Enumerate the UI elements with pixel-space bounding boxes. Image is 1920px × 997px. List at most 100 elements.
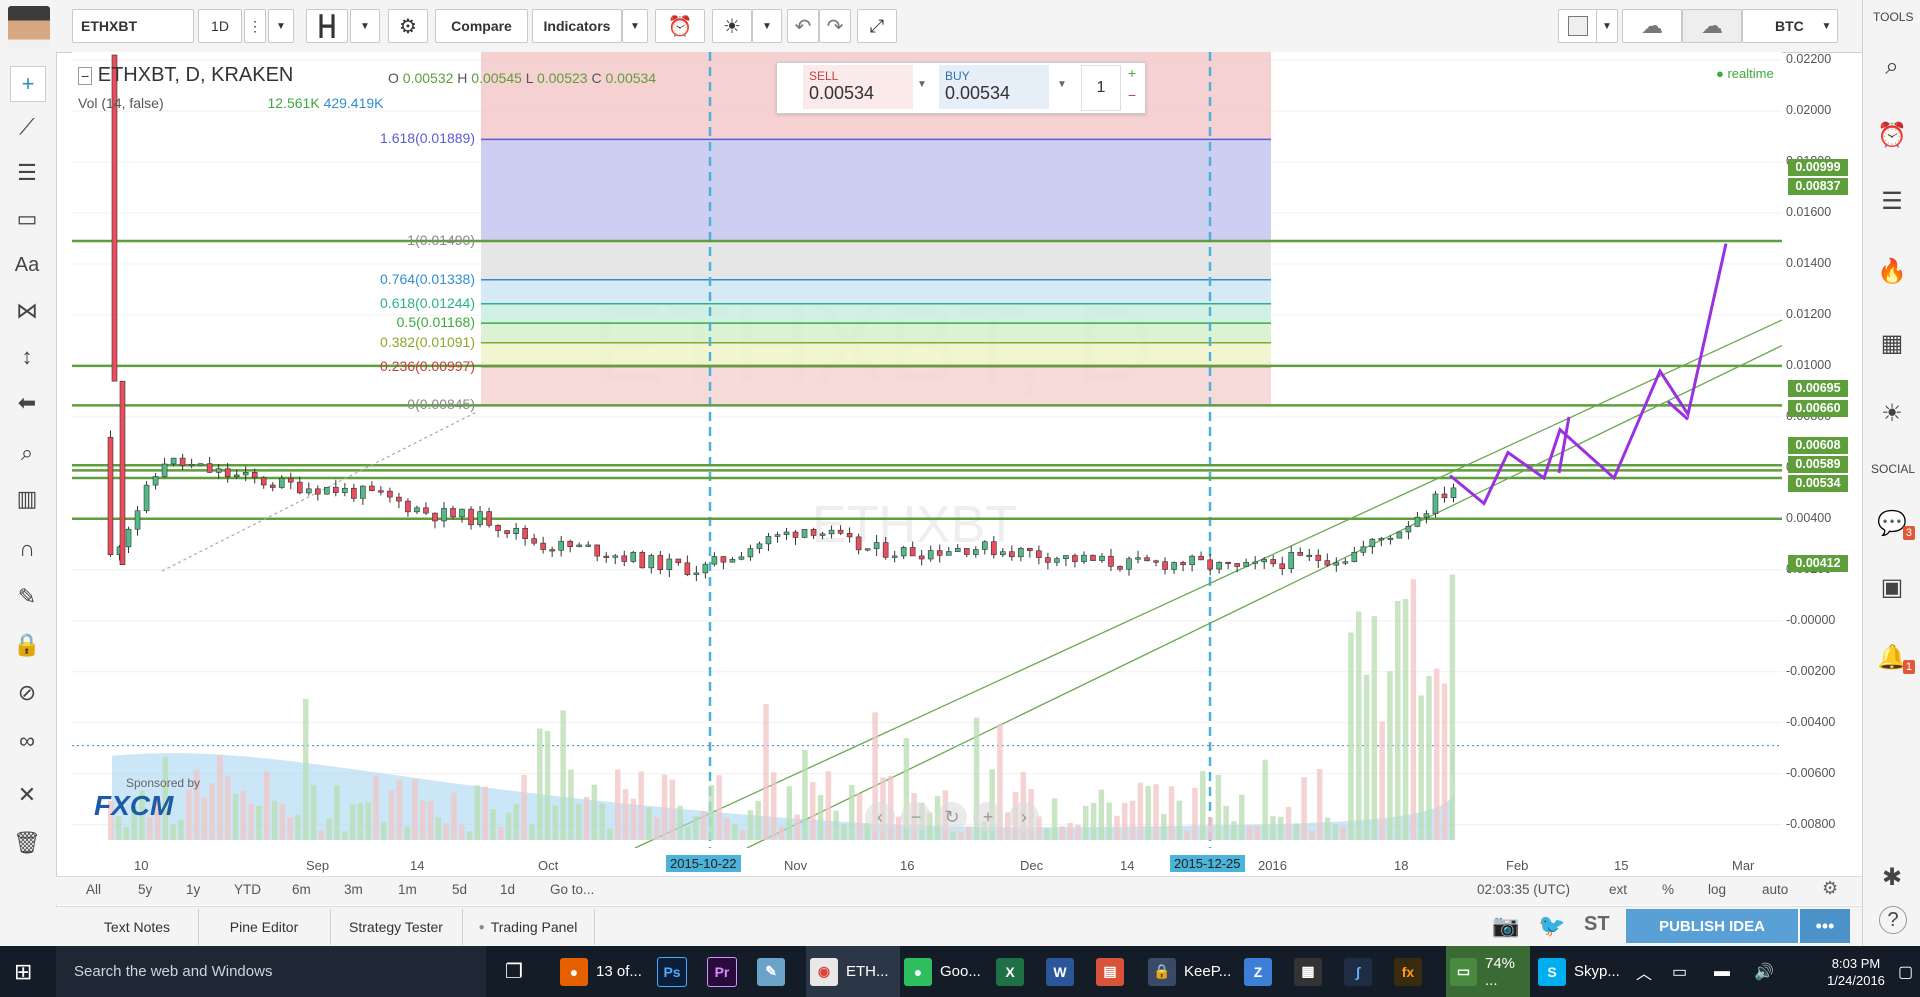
cloud-upload-icon[interactable]: ☁ — [1682, 9, 1742, 43]
nav-left-icon[interactable]: ‹ — [865, 802, 895, 832]
app-z-icon[interactable]: Z — [1244, 946, 1280, 997]
range-button-5[interactable]: 6m — [292, 882, 311, 897]
app-swirl-icon[interactable]: ∫ — [1344, 946, 1380, 997]
taskbar-search-box[interactable]: Search the web and Windows — [56, 946, 486, 997]
rectangle-icon[interactable]: ▭ — [10, 202, 44, 236]
taskbar-firefox[interactable]: ● 13 of... — [560, 946, 642, 997]
taskbar-progress[interactable]: ▭ 74% ... — [1446, 946, 1530, 997]
trend-line-icon[interactable]: ⟋ — [10, 110, 44, 144]
user-avatar[interactable] — [8, 6, 50, 48]
interval-button[interactable]: 1D — [198, 9, 242, 43]
redo-icon[interactable]: ↷ — [819, 9, 851, 43]
zoom-in-icon[interactable]: + — [973, 802, 1003, 832]
tab-trading-panel[interactable]: ● Trading Panel — [462, 909, 595, 945]
help-icon[interactable]: ? — [1879, 906, 1907, 934]
chart-style-dropdown-icon[interactable]: ▼ — [350, 9, 380, 43]
range-button-2[interactable]: 5y — [138, 882, 152, 897]
zoom-icon[interactable]: ⌕ — [10, 436, 44, 470]
more-menu-icon[interactable]: ⋮ — [244, 9, 266, 43]
nav-right-icon[interactable]: › — [1009, 802, 1039, 832]
taskbar-evernote[interactable]: ● Goo... — [904, 946, 981, 997]
add-alert-icon[interactable]: ⏰ — [655, 9, 705, 43]
reset-icon[interactable]: ↻ — [937, 802, 967, 832]
range-button-10[interactable]: Go to... — [550, 882, 594, 897]
word-icon[interactable]: W — [1046, 946, 1082, 997]
link-icon[interactable]: ∞ — [10, 724, 44, 758]
sponsor-logo[interactable]: Sponsored by FXCM — [94, 776, 200, 822]
twitter-icon[interactable]: 🐦 — [1538, 913, 1565, 939]
range-button-7[interactable]: 1m — [398, 882, 417, 897]
sell-button[interactable]: SELL 0.00534 — [803, 65, 913, 109]
cloud-download-icon[interactable]: ☁ — [1622, 9, 1682, 43]
buy-button[interactable]: BUY 0.00534 — [939, 65, 1049, 109]
publish-idea-button[interactable]: PUBLISH IDEA — [1626, 909, 1798, 943]
axis-settings-gear-icon[interactable]: ⚙ — [1822, 878, 1838, 899]
tab-strategy-tester[interactable]: Strategy Tester — [330, 909, 463, 945]
settings-gear-icon[interactable]: ⚙ — [388, 9, 428, 43]
tab-text-notes[interactable]: Text Notes — [76, 909, 199, 945]
indicators-dropdown-icon[interactable]: ▼ — [622, 9, 648, 43]
idea-dropdown-icon[interactable]: ▼ — [752, 9, 782, 43]
buy-dropdown-icon[interactable]: ▼ — [1057, 79, 1067, 90]
range-button-9[interactable]: 1d — [500, 882, 515, 897]
action-center-icon[interactable]: ▢ — [1898, 946, 1913, 997]
currency-dropdown-icon[interactable]: ▼ — [1816, 9, 1838, 43]
fib-retracement-icon[interactable]: ☰ — [10, 156, 44, 190]
measure-icon[interactable]: ↕ — [10, 340, 44, 374]
symbol-input[interactable]: ETHXBT — [72, 9, 194, 43]
hide-eye-icon[interactable]: ⊘ — [10, 676, 44, 710]
publish-more-icon[interactable]: ••• — [1800, 909, 1850, 943]
photoshop-icon[interactable]: Ps — [657, 946, 695, 997]
ext-toggle[interactable]: ext — [1609, 882, 1627, 897]
tray-chevron-icon[interactable]: ︿ — [1636, 946, 1652, 997]
collapse-icon[interactable]: − — [78, 67, 93, 85]
tray-clock[interactable]: 8:03 PM 1/24/2016 — [1820, 946, 1892, 997]
text-tool-icon[interactable]: Aa — [10, 248, 44, 282]
compare-button[interactable]: Compare — [435, 9, 528, 43]
range-button-3[interactable]: 1y — [186, 882, 200, 897]
alarm-clock-icon[interactable]: ⏰ — [1875, 118, 1909, 152]
layout-dropdown-icon[interactable]: ▼ — [1596, 9, 1618, 43]
trash-icon[interactable]: 🗑 — [10, 826, 44, 860]
taskbar-keepass[interactable]: 🔒 KeeP... — [1148, 946, 1231, 997]
indicators-button[interactable]: Indicators — [532, 9, 622, 43]
quantity-minus-icon[interactable]: − — [1123, 87, 1141, 107]
watchlist-icon[interactable]: ☰ — [1875, 184, 1909, 218]
calendar-icon[interactable]: ▦ — [1875, 326, 1909, 360]
idea-lightbulb-icon[interactable]: ☀ — [712, 9, 752, 43]
tray-volume-icon[interactable]: 🔊 — [1754, 946, 1774, 997]
tray-network-icon[interactable]: ▭ — [1672, 946, 1687, 997]
chat-icon[interactable]: 💬 3 — [1875, 506, 1915, 540]
chart-style-candles-icon[interactable]: ┣┫ — [306, 9, 348, 43]
lock-icon[interactable]: 🔒 — [10, 628, 44, 662]
streams-icon[interactable]: ▣ — [1875, 570, 1909, 604]
bar-pattern-icon[interactable]: ▥ — [10, 482, 44, 516]
task-view-icon[interactable]: ❐ — [505, 946, 535, 997]
range-button-4[interactable]: YTD — [234, 882, 261, 897]
zoom-out-icon[interactable]: − — [901, 802, 931, 832]
auto-toggle[interactable]: auto — [1762, 882, 1788, 897]
ideas-bulb-icon[interactable]: ☀ — [1875, 396, 1909, 430]
hotlist-flame-icon[interactable]: 🔥 — [1875, 254, 1909, 288]
app-fx-icon[interactable]: fx — [1394, 946, 1430, 997]
pattern-icon[interactable]: ⋈ — [10, 294, 44, 328]
calculator-icon[interactable]: ▦ — [1294, 946, 1330, 997]
crosshair-icon[interactable]: + — [10, 66, 46, 102]
arrow-back-icon[interactable]: ⬅ — [10, 386, 44, 420]
tray-battery-icon[interactable]: ▬ — [1714, 946, 1730, 997]
pencil-icon[interactable]: ✎ — [10, 580, 44, 614]
bug-icon[interactable]: ✱ — [1875, 860, 1909, 894]
percent-toggle[interactable]: % — [1662, 882, 1674, 897]
pdf-app-icon[interactable]: ▤ — [1096, 946, 1132, 997]
camera-icon[interactable]: 📷 — [1492, 913, 1519, 939]
pen-app-icon[interactable]: ✎ — [757, 946, 793, 997]
fullscreen-icon[interactable]: ⤢ — [857, 9, 897, 43]
taskbar-skype[interactable]: S Skyp... — [1538, 946, 1620, 997]
magnet-icon[interactable]: ∩ — [10, 532, 44, 566]
quantity-input[interactable]: 1 — [1081, 65, 1121, 111]
price-chart[interactable]: ETHXBT, DETHXBT — [72, 52, 1782, 848]
undo-icon[interactable]: ↶ — [787, 9, 819, 43]
notifications-bell-icon[interactable]: 🔔 1 — [1875, 640, 1915, 674]
tab-pine-editor[interactable]: Pine Editor — [198, 909, 331, 945]
log-toggle[interactable]: log — [1708, 882, 1726, 897]
